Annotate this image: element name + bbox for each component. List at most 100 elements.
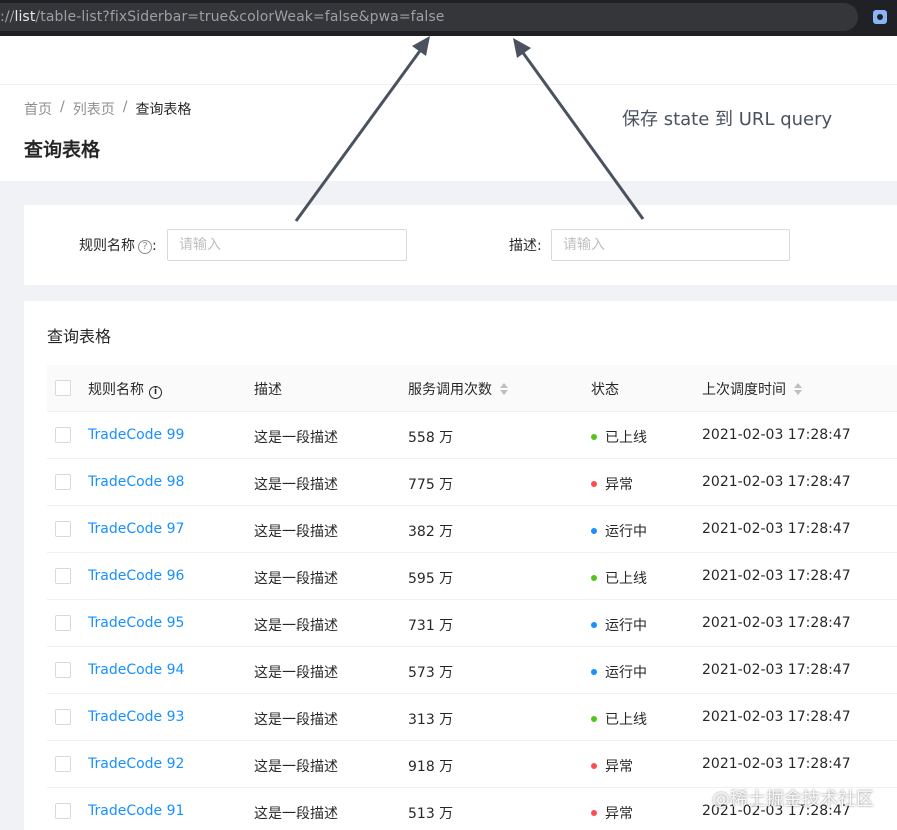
row-status: 异常 bbox=[591, 803, 633, 823]
rule-name-link[interactable]: TradeCode 93 bbox=[88, 709, 184, 725]
row-updated: 2021-02-03 17:28:47 bbox=[702, 662, 851, 678]
row-updated: 2021-02-03 17:28:47 bbox=[702, 615, 851, 631]
table-row: TradeCode 99 这是一段描述 558 万 已上线 2021-02-03 17:… bbox=[47, 412, 897, 459]
row-desc: 这是一段描述 bbox=[254, 759, 338, 775]
breadcrumb-separator: / bbox=[60, 99, 65, 115]
breadcrumb-separator: / bbox=[122, 99, 128, 115]
global-header bbox=[0, 36, 897, 84]
status-dot bbox=[591, 528, 597, 534]
table-header: 规则名称 i 描述 服务调用次数 状态 上次调度时间 bbox=[47, 365, 897, 412]
rule-name-link[interactable]: TradeCode 99 bbox=[88, 427, 184, 443]
select-all-checkbox[interactable] bbox=[55, 380, 71, 396]
column-header-status: 状态 bbox=[591, 382, 619, 398]
breadcrumb-item-current: 查询表格 bbox=[135, 102, 192, 118]
row-updated: 2021-02-03 17:28:47 bbox=[702, 427, 851, 443]
column-header-calls[interactable]: 服务调用次数 bbox=[408, 379, 508, 399]
row-checkbox[interactable] bbox=[55, 427, 71, 443]
table-card: 查询表格 规则名称 i 描述 服务调用次数 状态 上次调度时间 TradeCode… bbox=[24, 301, 897, 830]
table-row: TradeCode 95 这是一段描述 731 万 运行中 2021-02-03 17:… bbox=[47, 600, 897, 647]
breadcrumb-item-home[interactable]: 首页 bbox=[24, 99, 52, 119]
status-text: 异常 bbox=[605, 806, 633, 822]
browser-toolbar: ://list/table-list?fixSiderbar=true&colo… bbox=[0, 0, 897, 36]
rule-name-link[interactable]: TradeCode 96 bbox=[88, 568, 184, 584]
breadcrumb-item-list[interactable]: 列表页 bbox=[73, 99, 115, 119]
rule-name-input[interactable] bbox=[167, 229, 407, 261]
address-bar[interactable]: ://list/table-list?fixSiderbar=true&colo… bbox=[0, 3, 858, 31]
table-row: TradeCode 98 这是一段描述 775 万 异常 2021-02-03 17:2… bbox=[47, 459, 897, 506]
info-circle-icon[interactable]: i bbox=[149, 386, 162, 399]
row-desc: 这是一段描述 bbox=[254, 524, 338, 540]
table-row: TradeCode 93 这是一段描述 313 万 已上线 2021-02-03 17:… bbox=[47, 694, 897, 741]
extension-icon[interactable] bbox=[873, 10, 887, 24]
desc-input[interactable] bbox=[551, 229, 790, 261]
rule-name-link[interactable]: TradeCode 92 bbox=[88, 756, 184, 772]
row-checkbox[interactable] bbox=[55, 709, 71, 725]
status-text: 运行中 bbox=[605, 665, 647, 681]
row-desc: 这是一段描述 bbox=[254, 665, 338, 681]
table-row: TradeCode 94 这是一段描述 573 万 运行中 2021-02-03 17:… bbox=[47, 647, 897, 694]
annotation-text: 保存 state 到 URL query bbox=[622, 109, 833, 130]
row-checkbox[interactable] bbox=[55, 521, 71, 537]
rule-name-link[interactable]: TradeCode 94 bbox=[88, 662, 184, 678]
row-checkbox[interactable] bbox=[55, 615, 71, 631]
row-checkbox[interactable] bbox=[55, 662, 71, 678]
column-header-updated[interactable]: 上次调度时间 bbox=[702, 379, 802, 399]
status-text: 异常 bbox=[605, 477, 633, 493]
column-header-desc: 描述 bbox=[254, 382, 282, 398]
status-text: 运行中 bbox=[605, 618, 647, 634]
row-updated: 2021-02-03 17:28:47 bbox=[702, 474, 851, 490]
row-checkbox[interactable] bbox=[55, 803, 71, 819]
row-checkbox[interactable] bbox=[55, 568, 71, 584]
status-dot bbox=[591, 481, 597, 487]
watermark: @稀土掘金技术社区 bbox=[712, 789, 874, 810]
status-dot bbox=[591, 810, 597, 816]
row-status: 运行中 bbox=[591, 662, 647, 682]
row-checkbox[interactable] bbox=[55, 474, 71, 490]
table-row: TradeCode 96 这是一段描述 595 万 已上线 2021-02-03 17:… bbox=[47, 553, 897, 600]
status-text: 异常 bbox=[605, 759, 633, 775]
status-text: 运行中 bbox=[605, 524, 647, 540]
row-updated: 2021-02-03 17:28:47 bbox=[702, 568, 851, 584]
row-status: 运行中 bbox=[591, 521, 647, 541]
page-title: 查询表格 bbox=[24, 139, 101, 161]
row-calls: 775 万 bbox=[408, 477, 454, 493]
row-calls: 513 万 bbox=[408, 806, 454, 822]
breadcrumb: 首页 / 列表页 / 查询表格 bbox=[24, 99, 191, 119]
table-row: TradeCode 92 这是一段描述 918 万 异常 2021-02-03 17:2… bbox=[47, 741, 897, 788]
search-form: 规则名称?: 描述: bbox=[24, 205, 897, 285]
row-updated: 2021-02-03 17:28:47 bbox=[702, 756, 851, 772]
sort-icon[interactable] bbox=[794, 383, 802, 395]
table-title: 查询表格 bbox=[47, 327, 112, 346]
url-text: ://list/table-list?fixSiderbar=true&colo… bbox=[0, 9, 445, 25]
row-calls: 595 万 bbox=[408, 571, 454, 587]
row-desc: 这是一段描述 bbox=[254, 712, 338, 728]
column-header-name: 规则名称 i bbox=[88, 379, 162, 399]
status-dot bbox=[591, 434, 597, 440]
row-status: 运行中 bbox=[591, 615, 647, 635]
row-status: 已上线 bbox=[591, 568, 647, 588]
row-desc: 这是一段描述 bbox=[254, 806, 338, 822]
row-status: 已上线 bbox=[591, 427, 647, 447]
status-dot bbox=[591, 622, 597, 628]
status-text: 已上线 bbox=[605, 712, 647, 728]
rule-name-link[interactable]: TradeCode 91 bbox=[88, 803, 184, 819]
row-calls: 573 万 bbox=[408, 665, 454, 681]
row-desc: 这是一段描述 bbox=[254, 477, 338, 493]
row-updated: 2021-02-03 17:28:47 bbox=[702, 709, 851, 725]
table-row: TradeCode 97 这是一段描述 382 万 运行中 2021-02-03 17:… bbox=[47, 506, 897, 553]
question-circle-icon[interactable]: ? bbox=[138, 240, 152, 254]
rule-name-link[interactable]: TradeCode 95 bbox=[88, 615, 184, 631]
row-desc: 这是一段描述 bbox=[254, 430, 338, 446]
rule-name-link[interactable]: TradeCode 98 bbox=[88, 474, 184, 490]
row-checkbox[interactable] bbox=[55, 756, 71, 772]
row-desc: 这是一段描述 bbox=[254, 571, 338, 587]
row-calls: 382 万 bbox=[408, 524, 454, 540]
rule-name-label: 规则名称?: bbox=[79, 238, 157, 254]
status-dot bbox=[591, 716, 597, 722]
sort-icon[interactable] bbox=[500, 383, 508, 395]
row-updated: 2021-02-03 17:28:47 bbox=[702, 521, 851, 537]
rule-name-link[interactable]: TradeCode 97 bbox=[88, 521, 184, 537]
row-status: 已上线 bbox=[591, 709, 647, 729]
status-dot bbox=[591, 575, 597, 581]
row-status: 异常 bbox=[591, 474, 633, 494]
